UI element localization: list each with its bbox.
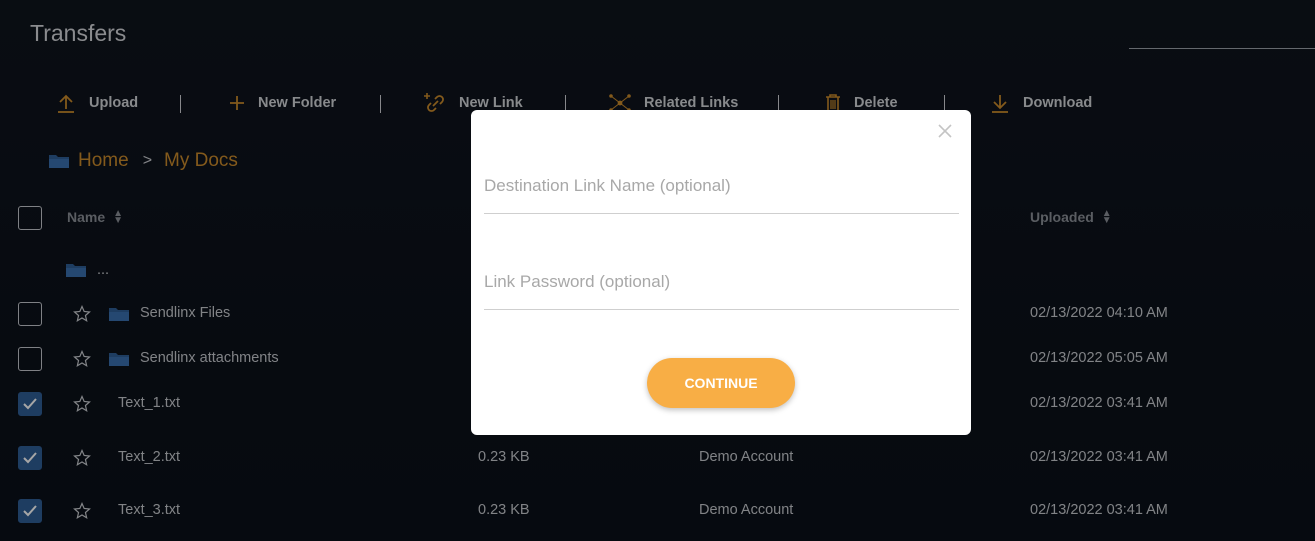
link-password-input[interactable]: [484, 254, 959, 309]
close-x-icon[interactable]: [937, 123, 953, 139]
continue-button[interactable]: CONTINUE: [647, 358, 795, 408]
link-name-field: [484, 158, 959, 214]
link-name-input[interactable]: [484, 158, 959, 213]
new-link-dialog: CONTINUE: [471, 110, 971, 435]
link-password-field: [484, 254, 959, 310]
